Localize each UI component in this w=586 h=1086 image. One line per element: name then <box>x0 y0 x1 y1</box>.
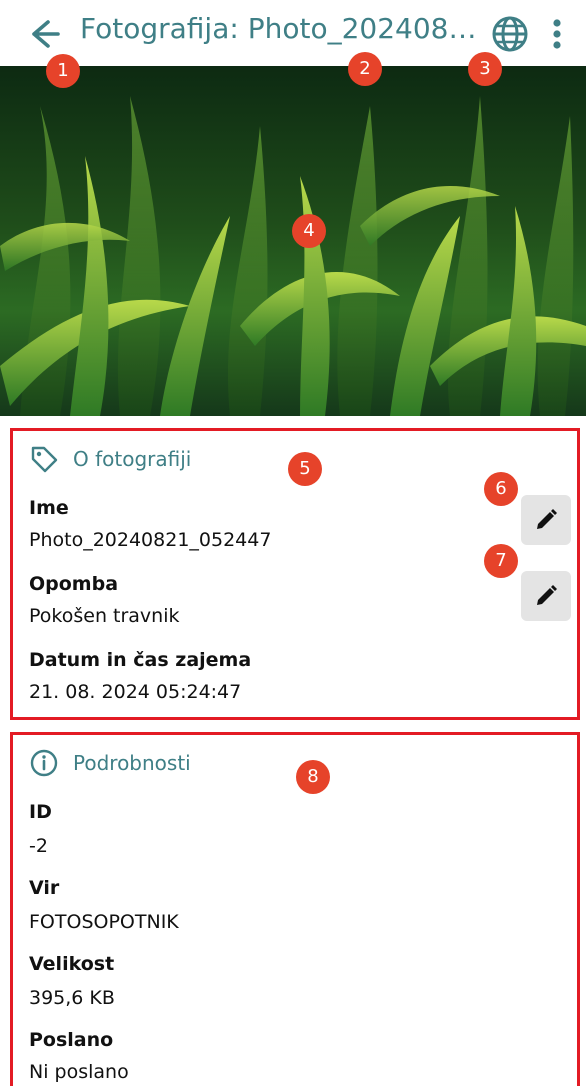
page-title: Fotografija: Photo_2024082... <box>80 12 480 45</box>
sent-value: Ni poslano <box>29 1061 129 1083</box>
capture-datetime-value: 21. 08. 2024 05:24:47 <box>29 681 242 703</box>
details-title: Podrobnosti <box>73 751 191 775</box>
tag-icon <box>31 446 58 473</box>
sent-label: Poslano <box>29 1029 114 1051</box>
annotation-badge-5: 5 <box>288 452 322 486</box>
pencil-icon <box>537 509 557 529</box>
details-section: Podrobnosti ID -2 Vir FOTOSOPOTNIK Velik… <box>10 732 580 1086</box>
name-label: Ime <box>29 497 69 519</box>
annotation-badge-8: 8 <box>296 760 330 794</box>
id-value: -2 <box>29 835 48 857</box>
capture-datetime-label: Datum in čas zajema <box>29 649 252 671</box>
top-app-bar: Fotografija: Photo_2024082... <box>0 0 586 66</box>
globe-icon[interactable] <box>490 14 530 54</box>
annotation-badge-7: 7 <box>484 544 518 578</box>
photo-preview[interactable] <box>0 66 586 416</box>
note-value: Pokošen travnik <box>29 605 180 627</box>
size-value: 395,6 KB <box>29 987 115 1009</box>
photo-info-title: O fotografiji <box>73 447 192 471</box>
photo-info-header: O fotografiji <box>29 441 191 477</box>
annotation-badge-6: 6 <box>484 472 518 506</box>
pencil-icon <box>537 585 557 605</box>
note-label: Opomba <box>29 573 119 595</box>
annotation-badge-4: 4 <box>292 214 326 248</box>
id-label: ID <box>29 801 52 823</box>
more-vert-icon[interactable] <box>545 14 569 54</box>
annotation-badge-3: 3 <box>468 52 502 86</box>
edit-name-button[interactable] <box>521 495 571 545</box>
info-icon <box>30 749 58 777</box>
annotation-badge-1: 1 <box>46 54 80 88</box>
size-label: Velikost <box>29 953 115 975</box>
edit-note-button[interactable] <box>521 571 571 621</box>
name-value: Photo_20240821_052447 <box>29 529 272 551</box>
source-value: FOTOSOPOTNIK <box>29 911 179 933</box>
back-arrow-icon[interactable] <box>24 14 64 54</box>
source-label: Vir <box>29 877 60 899</box>
details-header: Podrobnosti <box>29 745 191 781</box>
annotation-badge-2: 2 <box>348 52 382 86</box>
